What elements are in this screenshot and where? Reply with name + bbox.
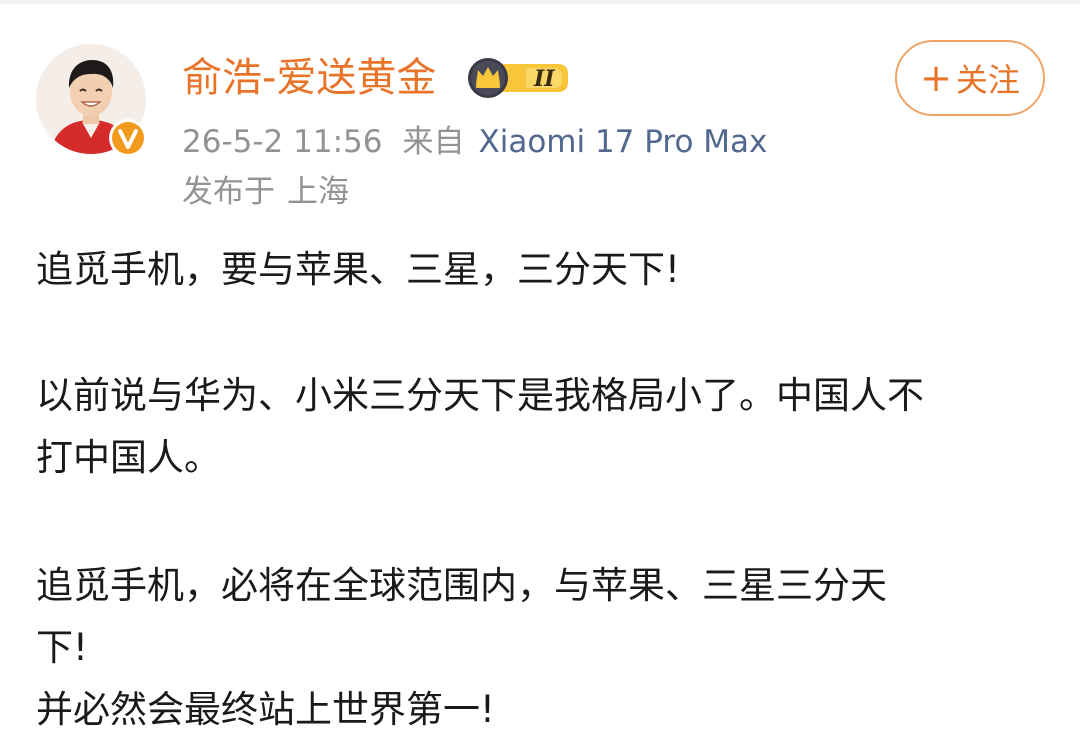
verified-v-icon [109,119,147,157]
plus-icon: + [920,56,952,100]
post-line: 并必然会最终站上世界第一! [36,688,495,731]
post-line: 下! [36,626,88,669]
location-prefix: 发布于 [182,174,275,210]
device-link[interactable]: Xiaomi 17 Pro Max [478,124,767,160]
location-city: 上海 [287,174,349,210]
post-line: 以前说与华为、小米三分天下是我格局小了。中国人不 [36,374,924,417]
top-divider [0,0,1080,4]
post-meta: 26-5-2 11:56 来自 Xiaomi 17 Pro Max [182,120,767,164]
level-badge-label: II [533,66,555,92]
post-line: 打中国人。 [36,436,221,479]
post-line: 追觅手机，要与苹果、三星，三分天下! [36,248,680,291]
username[interactable]: 俞浩-爱送黄金 [182,52,436,104]
follow-label: 关注 [955,61,1020,99]
source-prefix: 来自 [402,124,465,160]
post-timestamp: 26-5-2 11:56 [182,124,383,160]
post-location: 发布于 上海 [182,170,349,214]
crown-level-icon[interactable]: II [466,56,570,100]
follow-button[interactable]: + 关注 [895,40,1045,116]
post-line: 追觅手机，必将在全球范围内，与苹果、三星三分天 [36,564,887,607]
